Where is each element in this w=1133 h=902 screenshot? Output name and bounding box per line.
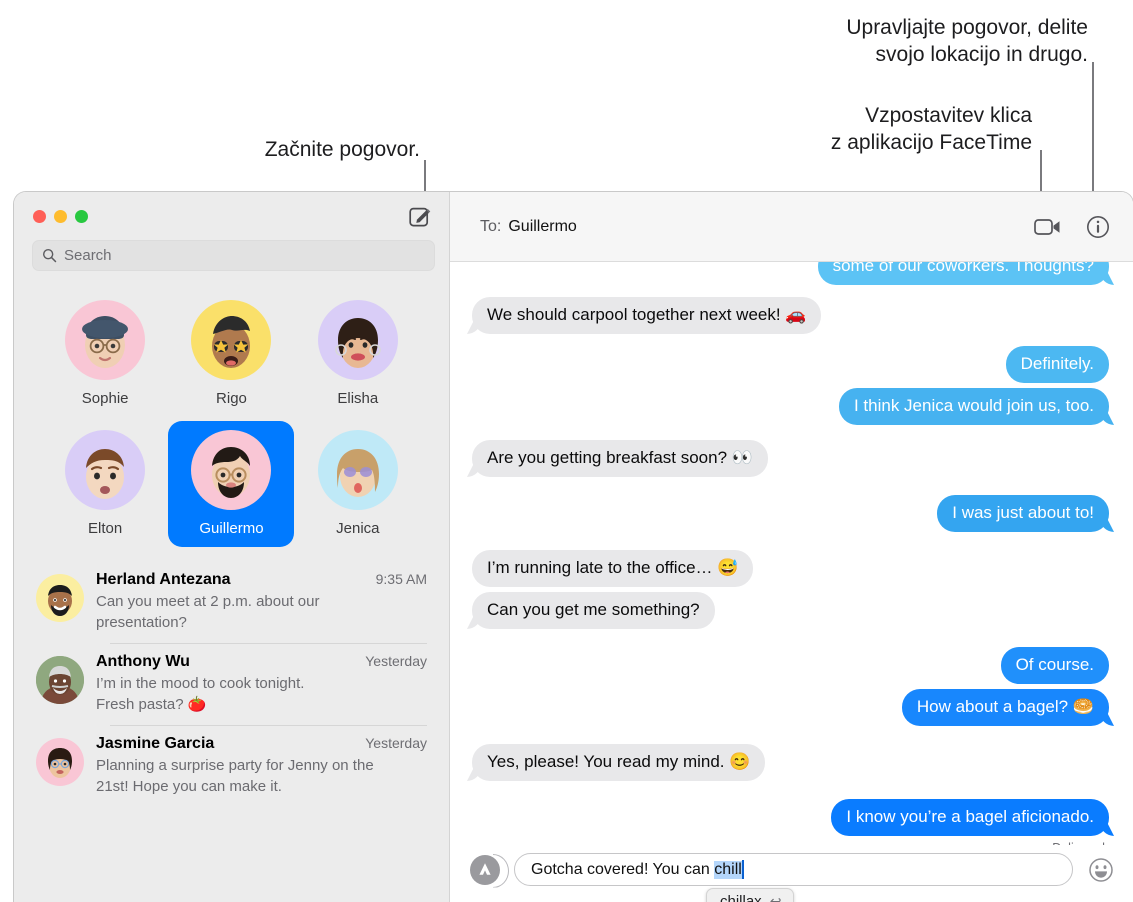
avatar — [65, 300, 146, 380]
avatar — [36, 656, 84, 704]
compose-message-icon[interactable] — [407, 203, 433, 229]
avatar — [317, 430, 398, 510]
text-caret — [741, 860, 744, 879]
sidebar: Search Sophie Rigo Elisha Elton Guillerm… — [14, 192, 450, 902]
list-item[interactable]: Jasmine Garcia Yesterday Planning a surp… — [14, 725, 449, 807]
list-item-header: Anthony Wu Yesterday — [96, 653, 427, 671]
pinned-item-elisha[interactable]: Elisha — [295, 291, 421, 417]
list-item-body: Anthony Wu Yesterday I’m in the mood to … — [96, 653, 427, 715]
callout-line-manage-conversation — [1092, 62, 1094, 212]
list-item-body: Herland Antezana 9:35 AM Can you meet at… — [96, 571, 427, 633]
callout-manage-conversation: Upravljajte pogovor, delite svojo lokaci… — [846, 16, 1088, 66]
message-bubble-incoming[interactable]: Can you get me something? — [472, 592, 715, 629]
avatar — [191, 300, 272, 380]
message-bubble-outgoing[interactable]: How about a bagel? 🥯 — [901, 689, 1109, 726]
pinned-conversations-grid: Sophie Rigo Elisha Elton Guillermo Jenic… — [14, 271, 449, 551]
close-button[interactable] — [33, 209, 46, 223]
pinned-item-label: Sophie — [81, 390, 129, 407]
window-titlebar — [14, 192, 449, 240]
search-container: Search — [14, 240, 449, 271]
list-item-body: Jasmine Garcia Yesterday Planning a surp… — [96, 735, 427, 797]
pinned-item-label: Elton — [88, 520, 123, 537]
conversation-pane: To: Guillermo some of our coworkers. Tho… — [450, 192, 1133, 902]
message-row: some of our coworkers. Thoughts? — [472, 262, 1109, 285]
pinned-item-label: Elisha — [337, 390, 379, 407]
message-row: Are you getting breakfast soon? 👀 — [472, 440, 1109, 477]
info-details-icon[interactable] — [1081, 210, 1115, 244]
messages-window: Search Sophie Rigo Elisha Elton Guillerm… — [14, 192, 1133, 902]
avatar — [36, 574, 84, 622]
message-row: How about a bagel? 🥯 — [472, 689, 1109, 726]
list-item[interactable]: Anthony Wu Yesterday I’m in the mood to … — [14, 643, 449, 725]
pinned-item-rigo[interactable]: Rigo — [168, 291, 294, 417]
pinned-item-elton[interactable]: Elton — [42, 421, 168, 547]
pinned-item-jenica[interactable]: Jenica — [295, 421, 421, 547]
contact-name: Herland Antezana — [96, 571, 231, 588]
callout-start-conversation: Začnite pogovor. — [264, 138, 420, 161]
pinned-item-guillermo[interactable]: Guillermo — [168, 421, 295, 547]
conversation-list: Herland Antezana 9:35 AM Can you meet at… — [14, 561, 449, 902]
message-bubble-outgoing[interactable]: Definitely. — [1005, 346, 1109, 383]
list-item[interactable]: Herland Antezana 9:35 AM Can you meet at… — [14, 561, 449, 643]
pinned-item-label: Rigo — [216, 390, 247, 407]
message-row: I know you’re a bagel aficionado. — [472, 799, 1109, 836]
pinned-item-sophie[interactable]: Sophie — [42, 291, 168, 417]
message-bubble-outgoing[interactable]: I know you’re a bagel aficionado. — [831, 799, 1109, 836]
message-bubble-incoming[interactable]: Yes, please! You read my mind. 😊 — [472, 744, 766, 781]
message-row: I was just about to! — [472, 495, 1109, 532]
avatar — [191, 430, 272, 510]
contact-name: Anthony Wu — [96, 653, 190, 670]
window-traffic-lights — [33, 209, 88, 223]
list-item-header: Jasmine Garcia Yesterday — [96, 735, 427, 753]
message-list: some of our coworkers. Thoughts? We shou… — [450, 262, 1133, 845]
message-row: Of course. — [472, 647, 1109, 684]
app-store-icon[interactable] — [470, 854, 500, 885]
typed-text: Gotcha covered! You can — [531, 860, 715, 878]
search-placeholder: Search — [64, 247, 112, 264]
message-bubble-outgoing[interactable]: I was just about to! — [937, 495, 1109, 532]
pinned-item-label: Guillermo — [199, 520, 264, 537]
callout-facetime: Vzpostavitev klica z aplikacijo FaceTime — [830, 104, 1032, 154]
typed-text-selected: chill — [714, 860, 742, 879]
minimize-button[interactable] — [54, 209, 67, 223]
pinned-item-label: Jenica — [336, 520, 380, 537]
emoji-picker-icon[interactable] — [1087, 856, 1115, 884]
return-key-icon: ↩ — [769, 893, 782, 902]
message-preview: Can you meet at 2 p.m. about our present… — [96, 593, 320, 631]
message-row: I’m running late to the office… 😅 — [472, 550, 1109, 587]
message-bubble-outgoing[interactable]: Of course. — [1000, 647, 1109, 684]
contact-name: Jasmine Garcia — [96, 735, 215, 752]
message-row: Definitely. — [472, 346, 1109, 383]
timestamp: Yesterday — [365, 653, 427, 669]
message-bubble-incoming[interactable]: I’m running late to the office… 😅 — [472, 550, 754, 587]
message-bubble-outgoing[interactable]: I think Jenica would join us, too. — [838, 388, 1109, 425]
avatar — [317, 300, 398, 380]
header-actions — [1031, 210, 1115, 244]
compose-bar: Gotcha covered! You can chill chillax ↩ — [450, 845, 1133, 902]
message-row: I think Jenica would join us, too. — [472, 388, 1109, 425]
message-row: Can you get me something? — [472, 592, 1109, 629]
autocomplete-suggestion[interactable]: chillax ↩ — [706, 888, 795, 902]
list-item-header: Herland Antezana 9:35 AM — [96, 571, 427, 589]
autocomplete-word: chillax — [720, 893, 762, 902]
search-input[interactable]: Search — [32, 240, 435, 271]
timestamp: Yesterday — [365, 735, 427, 751]
message-bubble-incoming[interactable]: Are you getting breakfast soon? 👀 — [472, 440, 768, 477]
avatar — [36, 738, 84, 786]
zoom-button[interactable] — [75, 209, 88, 223]
message-row: We should carpool together next week! 🚗 — [472, 297, 1109, 334]
message-row: Yes, please! You read my mind. 😊 — [472, 744, 1109, 781]
message-input[interactable]: Gotcha covered! You can chill — [514, 853, 1073, 886]
message-bubble-outgoing[interactable]: some of our coworkers. Thoughts? — [817, 262, 1109, 285]
search-icon — [42, 248, 57, 263]
avatar — [65, 430, 146, 510]
timestamp: 9:35 AM — [375, 571, 427, 587]
message-preview: I’m in the mood to cook tonight. Fresh p… — [96, 675, 305, 713]
recipient-label: To: — [480, 217, 502, 235]
facetime-video-icon[interactable] — [1031, 210, 1065, 244]
message-preview: Planning a surprise party for Jenny on t… — [96, 757, 374, 795]
recipient-name: Guillermo — [508, 217, 577, 235]
conversation-header: To: Guillermo — [450, 192, 1133, 262]
message-bubble-incoming[interactable]: We should carpool together next week! 🚗 — [472, 297, 822, 334]
